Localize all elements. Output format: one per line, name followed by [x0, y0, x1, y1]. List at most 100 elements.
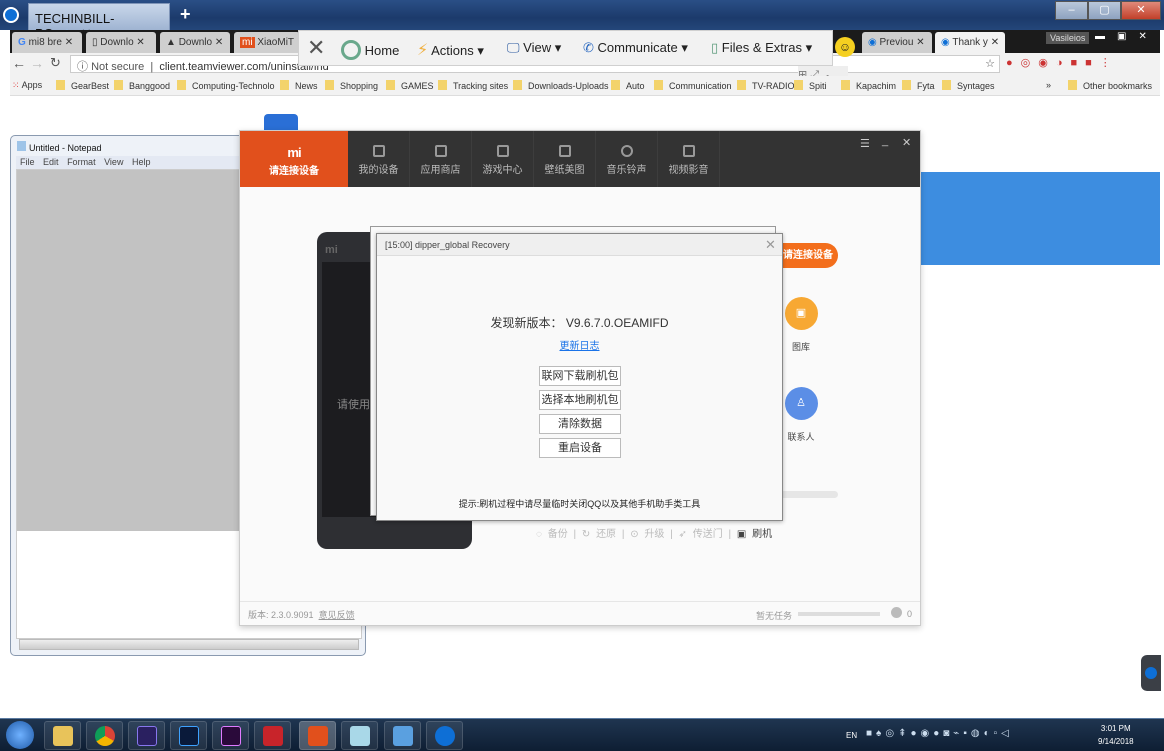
gallery-item[interactable]: ▣ 图库 — [781, 297, 821, 353]
menu-file[interactable]: File — [20, 157, 35, 167]
monitor-icon: 🖵 — [507, 40, 520, 55]
bookmark-folder[interactable]: Fyta — [902, 80, 935, 91]
restore-action[interactable]: ↻ 还原 — [582, 529, 616, 540]
home-button[interactable]: Home — [341, 40, 399, 60]
new-tab-icon[interactable]: + — [180, 4, 191, 25]
bookmark-folder[interactable]: Computing-Technolo — [177, 80, 275, 91]
portal-action[interactable]: ➶ 传送门 — [679, 529, 723, 540]
close-button[interactable]: ✕ — [1121, 1, 1161, 20]
horizontal-scrollbar[interactable] — [19, 639, 359, 650]
view-button[interactable]: 🖵 View ▾ — [507, 40, 561, 56]
close-session-icon[interactable]: ✕ — [307, 35, 325, 61]
minimize-button[interactable]: ‒ — [1055, 1, 1088, 20]
home-icon — [341, 40, 361, 60]
nav-game-center[interactable]: 游戏中心 — [472, 131, 534, 187]
clock[interactable]: 3:01 PM 9/14/2018 — [1098, 722, 1134, 748]
nav-video[interactable]: 视频影音 — [658, 131, 720, 187]
upgrade-action[interactable]: ⊙ 升级 — [630, 529, 664, 540]
taskbar-remote-desktop[interactable] — [384, 721, 421, 750]
close-icon[interactable]: ✕ — [902, 136, 911, 149]
actions-button[interactable]: ⚡ Actions ▾ — [417, 40, 484, 60]
bookmark-folder[interactable]: TV-RADIO — [737, 80, 795, 91]
nav-wallpaper[interactable]: 壁纸美图 — [534, 131, 596, 187]
taskbar-premiere[interactable] — [212, 721, 249, 750]
feedback-link[interactable]: 意见反馈 — [319, 610, 355, 620]
dialog-close-icon[interactable]: ✕ — [765, 237, 776, 253]
tab[interactable]: ▲ Downlo ✕ — [160, 32, 230, 54]
forward-icon[interactable]: → — [30, 55, 44, 71]
tab[interactable]: mi XiaoMiT — [234, 32, 300, 54]
menu-view[interactable]: View — [104, 157, 123, 167]
tab[interactable]: G mi8 bre ✕ — [12, 32, 82, 54]
menu-icon[interactable]: ☰ — [860, 137, 870, 150]
changelog-link[interactable]: 更新日志 — [377, 337, 782, 352]
bookmark-folder[interactable]: GAMES — [386, 80, 434, 91]
language-indicator[interactable]: EN — [846, 731, 857, 740]
download-icon[interactable] — [891, 607, 902, 618]
reload-icon[interactable]: ↻ — [50, 55, 61, 71]
taskbar-vs[interactable] — [128, 721, 165, 750]
bookmark-folder[interactable]: Communication — [654, 80, 732, 91]
tray-icons[interactable]: ■♠◎⇞●◉●◙⌁▪◍◐▫◁ — [866, 728, 1013, 739]
taskbar-toolbox[interactable] — [254, 721, 291, 750]
teamviewer-side-handle[interactable] — [1141, 655, 1161, 691]
taskbar-miflash[interactable] — [299, 721, 336, 750]
back-icon[interactable]: ← — [12, 55, 26, 71]
connect-device-tab[interactable]: mi 请连接设备 — [240, 131, 348, 187]
taskbar-photoshop[interactable] — [170, 721, 207, 750]
tab-active[interactable]: ◉ Thank y ✕ — [935, 32, 1005, 54]
nav-my-device[interactable]: 我的设备 — [348, 131, 410, 187]
bookmark-folder[interactable]: Kapachim — [841, 80, 896, 91]
nav-app-store[interactable]: 应用商店 — [410, 131, 472, 187]
gallery-icon: ▣ — [784, 297, 818, 330]
bookmark-folder[interactable]: Downloads-Uploads — [513, 80, 609, 91]
notepad-title: Untitled - Notepad — [17, 141, 102, 153]
music-note-icon — [620, 145, 633, 157]
bookmark-star-icon[interactable]: ☆ — [985, 57, 995, 70]
status-bar: 版本: 2.3.0.9091 意见反馈 暂无任务 0 — [240, 601, 920, 625]
menu-format[interactable]: Format — [67, 157, 96, 167]
wipe-data-button[interactable]: 清除数据 — [539, 414, 621, 434]
more-bookmarks[interactable]: » — [1046, 80, 1051, 90]
bookmark-folder[interactable]: Auto — [611, 80, 645, 91]
mi-header: mi 请连接设备 我的设备 应用商店 游戏中心 壁纸美图 音乐铃声 视频影音 ☰ … — [240, 131, 920, 187]
taskbar: EN ■♠◎⇞●◉●◙⌁▪◍◐▫◁ 3:01 PM 9/14/2018 — [0, 718, 1164, 751]
nav-ringtones[interactable]: 音乐铃声 — [596, 131, 658, 187]
session-tab[interactable]: TECHINBILL-PC☆✕ — [28, 3, 170, 41]
download-rom-button[interactable]: 联网下载刷机包 — [539, 366, 621, 386]
taskbar-teamviewer[interactable] — [426, 721, 463, 750]
minimize-icon[interactable]: _ — [882, 135, 888, 147]
tab[interactable]: ◉ Previou ✕ — [862, 32, 932, 54]
files-extras-button[interactable]: ▯ Files & Extras ▾ — [711, 40, 812, 56]
profile-button[interactable]: Vasileios — [1046, 32, 1090, 44]
flash-action[interactable]: ▣ 刷机 — [737, 529, 772, 540]
bookmark-folder[interactable]: Syntages — [942, 80, 995, 91]
teamviewer-titlebar: TECHINBILL-PC☆✕ + ‒ ▢ ✕ — [0, 0, 1164, 41]
start-button[interactable] — [6, 721, 34, 749]
bookmark-apps[interactable]: ⁙ Apps — [12, 80, 42, 91]
bookmark-folder[interactable]: GearBest — [56, 80, 109, 91]
bookmark-folder[interactable]: Spiti — [794, 80, 827, 91]
contacts-item[interactable]: ♙ 联系人 — [781, 387, 821, 443]
menu-help[interactable]: Help — [132, 157, 151, 167]
contacts-icon: ♙ — [784, 387, 818, 420]
taskbar-explorer[interactable] — [44, 721, 81, 750]
taskbar-notes[interactable] — [341, 721, 378, 750]
reboot-device-button[interactable]: 重启设备 — [539, 438, 621, 458]
maximize-button[interactable]: ▢ — [1088, 1, 1121, 20]
bookmark-folder[interactable]: Tracking sites — [438, 80, 508, 91]
extension-icons[interactable]: ●◎◉◑■■⋮ — [1006, 56, 1119, 69]
taskbar-chrome[interactable] — [86, 721, 123, 750]
tab[interactable]: ▯ Downlo ✕ — [86, 32, 156, 54]
bookmark-folder[interactable]: News — [280, 80, 318, 91]
bookmark-folder[interactable]: Banggood — [114, 80, 170, 91]
communicate-button[interactable]: ✆ Communicate ▾ — [583, 40, 688, 56]
bookmark-folder[interactable]: Shopping — [325, 80, 378, 91]
backup-action[interactable]: ◌ 备份 — [536, 529, 568, 540]
window-controls[interactable]: ▬▣✕ — [1095, 31, 1159, 42]
other-bookmarks[interactable]: Other bookmarks — [1068, 80, 1152, 91]
smiley-icon[interactable]: ☺ — [835, 37, 855, 57]
menu-edit[interactable]: Edit — [43, 157, 59, 167]
select-local-rom-button[interactable]: 选择本地刷机包 — [539, 390, 621, 410]
connect-device-button[interactable]: 请连接设备 — [778, 243, 838, 268]
